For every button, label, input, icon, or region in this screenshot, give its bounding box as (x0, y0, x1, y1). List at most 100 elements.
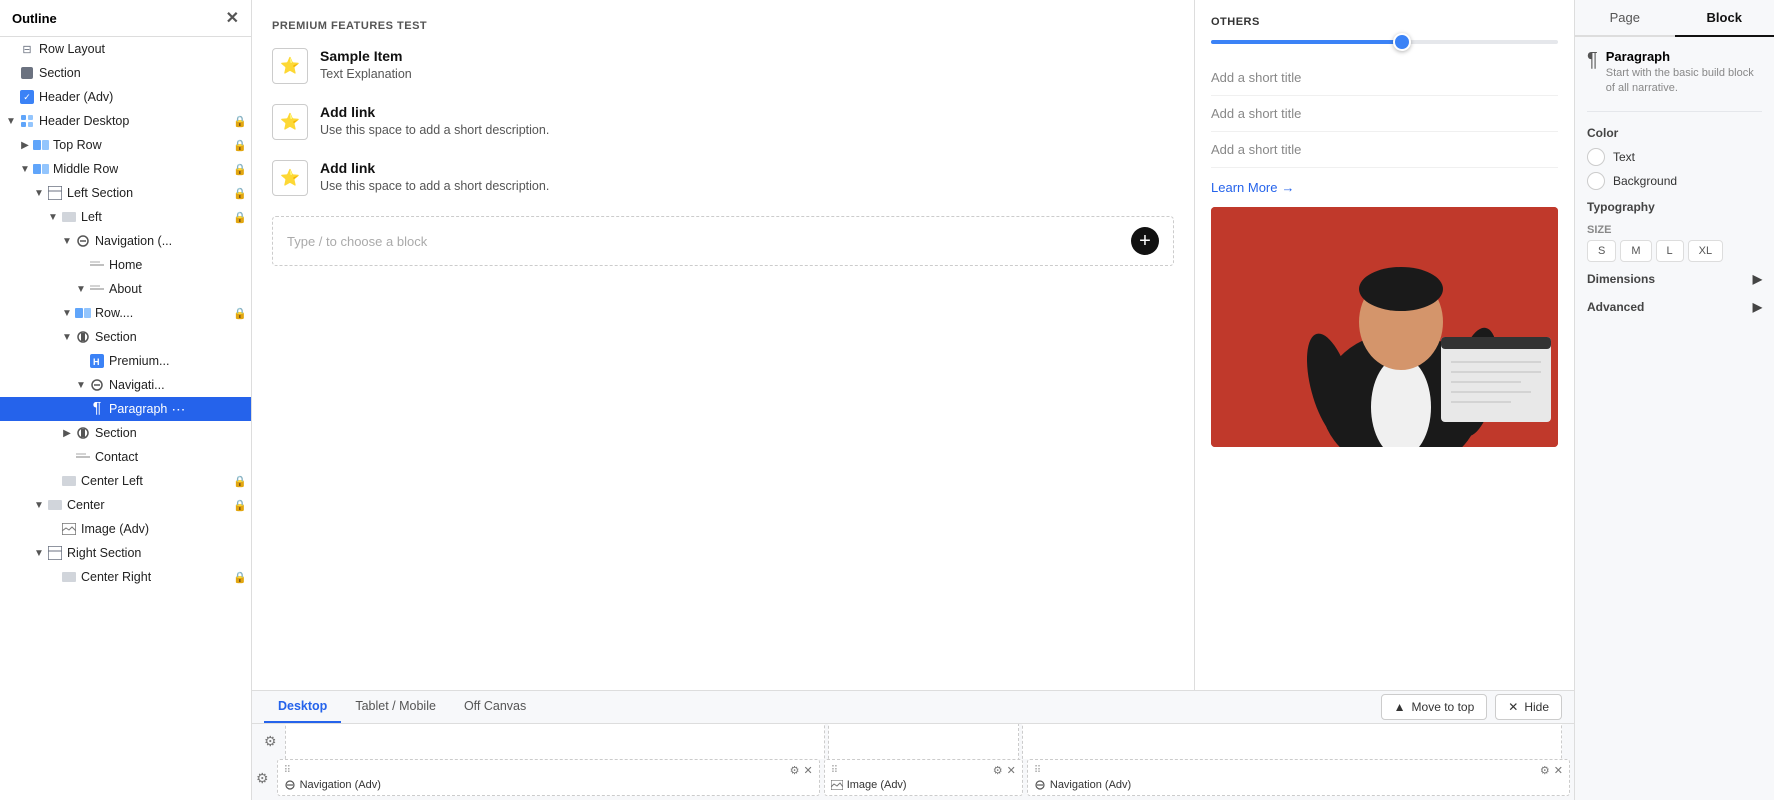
feature-title-3: Add link (320, 160, 549, 176)
cell-actions-2: ⚙ ✕ (993, 764, 1016, 777)
tree-item[interactable]: ▶ Top Row 🔒 (0, 133, 251, 157)
tree-item[interactable]: Section (0, 61, 251, 85)
move-to-top-button[interactable]: ▲ Move to top (1381, 694, 1488, 720)
text-color-swatch[interactable] (1587, 148, 1605, 166)
chevron-icon: ▼ (60, 236, 74, 247)
tree-item[interactable]: ▼ Left Section 🔒 (0, 181, 251, 205)
feature-text-1: Sample Item Text Explanation (320, 48, 412, 81)
more-options-icon[interactable]: ⋯ (171, 401, 185, 418)
size-xl-button[interactable]: XL (1688, 240, 1723, 262)
close-icon[interactable]: ✕ (226, 8, 239, 28)
section-icon (18, 64, 36, 82)
color-text-row[interactable]: Text (1587, 148, 1762, 166)
tab-page[interactable]: Page (1575, 0, 1675, 37)
tree-item-paragraph[interactable]: ¶ Paragraph ⋯ (0, 397, 251, 421)
nav-cell-2[interactable]: ⠿ ⚙ ✕ Navigation (Adv) (1027, 759, 1570, 796)
bottom-canvas: ⚙ (252, 724, 1574, 759)
cell-x-2[interactable]: ✕ (1007, 764, 1016, 777)
tree-item[interactable]: Center Right 🔒 (0, 565, 251, 589)
section-ctrl-icon (74, 424, 92, 442)
image-cell[interactable]: ⠿ ⚙ ✕ Image (Adv) (824, 759, 1023, 796)
cell-x-1[interactable]: ✕ (803, 764, 812, 777)
page-canvas[interactable]: PREMIUM FEATURES TEST ⭐ Sample Item Text… (252, 0, 1194, 690)
bottom-tabs-left: Desktop Tablet / Mobile Off Canvas (264, 691, 540, 723)
cell-gear-3[interactable]: ⚙ (1540, 764, 1550, 777)
size-buttons: S M L XL (1587, 240, 1762, 262)
bottom-tabs: Desktop Tablet / Mobile Off Canvas ▲ Mov… (252, 691, 1574, 724)
tab-tablet-mobile[interactable]: Tablet / Mobile (341, 691, 450, 723)
nav-cell-1[interactable]: ⠿ ⚙ ✕ Navigation (Adv) (277, 759, 820, 796)
tree-item[interactable]: Home (0, 253, 251, 277)
row-icon (32, 136, 50, 154)
tree-item[interactable]: ✓ Header (Adv) (0, 85, 251, 109)
props-panel: Page Block ¶ Paragraph Start with the ba… (1574, 0, 1774, 800)
tree-item[interactable]: ▼ Navigati... (0, 373, 251, 397)
chevron-icon: ▼ (46, 212, 60, 223)
gear-col-bottom: ⚙ (256, 768, 269, 787)
tree-item-label: Left (81, 210, 102, 224)
others-title: OTHERS (1211, 16, 1558, 28)
slider-thumb[interactable] (1393, 33, 1411, 51)
tree-item[interactable]: ▼ Header Desktop 🔒 (0, 109, 251, 133)
size-l-button[interactable]: L (1656, 240, 1684, 262)
slider-track[interactable] (1211, 40, 1558, 44)
lock-icon: 🔒 (233, 187, 247, 200)
feature-icon-1: ⭐ (272, 48, 308, 84)
slider-container[interactable] (1211, 40, 1558, 44)
settings-icon[interactable]: ⚙ (264, 733, 277, 750)
settings-icon-2[interactable]: ⚙ (256, 770, 269, 787)
feature-item-2: ⭐ Add link Use this space to add a short… (272, 104, 1174, 140)
tree-item[interactable]: ▼ Middle Row 🔒 (0, 157, 251, 181)
add-block-button[interactable]: + (1131, 227, 1159, 255)
advanced-label: Advanced (1587, 300, 1644, 314)
color-section-title: Color (1587, 126, 1762, 140)
hide-label: Hide (1524, 700, 1549, 714)
lock-icon: 🔒 (233, 211, 247, 224)
size-m-button[interactable]: M (1620, 240, 1651, 262)
tree-item[interactable]: ▼ Navigation (... (0, 229, 251, 253)
tree-item[interactable]: ▼ Right Section (0, 541, 251, 565)
tree-item-label: Image (Adv) (81, 522, 149, 536)
hide-button[interactable]: ✕ Hide (1495, 694, 1562, 720)
learn-more-arrow: → (1281, 180, 1294, 195)
tree-item[interactable]: Contact (0, 445, 251, 469)
drag-icon-1: ⠿ (284, 765, 291, 776)
type-placeholder: Type / to choose a block (287, 234, 427, 249)
tree-item[interactable]: ▼ About (0, 277, 251, 301)
center-icon (60, 568, 78, 586)
tab-desktop[interactable]: Desktop (264, 691, 341, 723)
type-block[interactable]: Type / to choose a block + (272, 216, 1174, 266)
tab-off-canvas[interactable]: Off Canvas (450, 691, 540, 723)
feature-item-3: ⭐ Add link Use this space to add a short… (272, 160, 1174, 196)
move-to-top-label: Move to top (1412, 700, 1475, 714)
tree-item-label: Home (109, 258, 142, 272)
size-s-button[interactable]: S (1587, 240, 1616, 262)
tree-item[interactable]: Image (Adv) (0, 517, 251, 541)
tree-item[interactable]: ▼ Section (0, 325, 251, 349)
tree-item[interactable]: ▼ Left 🔒 (0, 205, 251, 229)
advanced-collapse[interactable]: Advanced ▶ (1587, 300, 1762, 314)
typography-section-title: Typography (1587, 200, 1762, 214)
tab-block[interactable]: Block (1675, 0, 1774, 37)
lock-icon: 🔒 (233, 307, 247, 320)
dimensions-collapse[interactable]: Dimensions ▶ (1587, 272, 1762, 286)
text-color-label: Text (1613, 150, 1635, 164)
tree-item[interactable]: ▼ Center 🔒 (0, 493, 251, 517)
learn-more-link[interactable]: Learn More → (1211, 180, 1558, 195)
tree-item[interactable]: ▶ Section (0, 421, 251, 445)
sidebar-title: Outline (12, 11, 57, 26)
tree-item[interactable]: ▼ Row.... 🔒 (0, 301, 251, 325)
tree-item[interactable]: H Premium... (0, 349, 251, 373)
arrow-up-icon: ▲ (1394, 700, 1406, 714)
image-cell-label: Image (Adv) (847, 779, 907, 791)
cell-x-3[interactable]: ✕ (1554, 764, 1563, 777)
tree-item[interactable]: ⊟ Row Layout (0, 37, 251, 61)
cell-gear-1[interactable]: ⚙ (790, 764, 800, 777)
lock-icon: 🔒 (233, 571, 247, 584)
background-color-swatch[interactable] (1587, 172, 1605, 190)
person-image (1211, 207, 1558, 447)
cell-gear-2[interactable]: ⚙ (993, 764, 1003, 777)
chevron-icon: ▶ (18, 140, 32, 151)
tree-item[interactable]: Center Left 🔒 (0, 469, 251, 493)
color-background-row[interactable]: Background (1587, 172, 1762, 190)
